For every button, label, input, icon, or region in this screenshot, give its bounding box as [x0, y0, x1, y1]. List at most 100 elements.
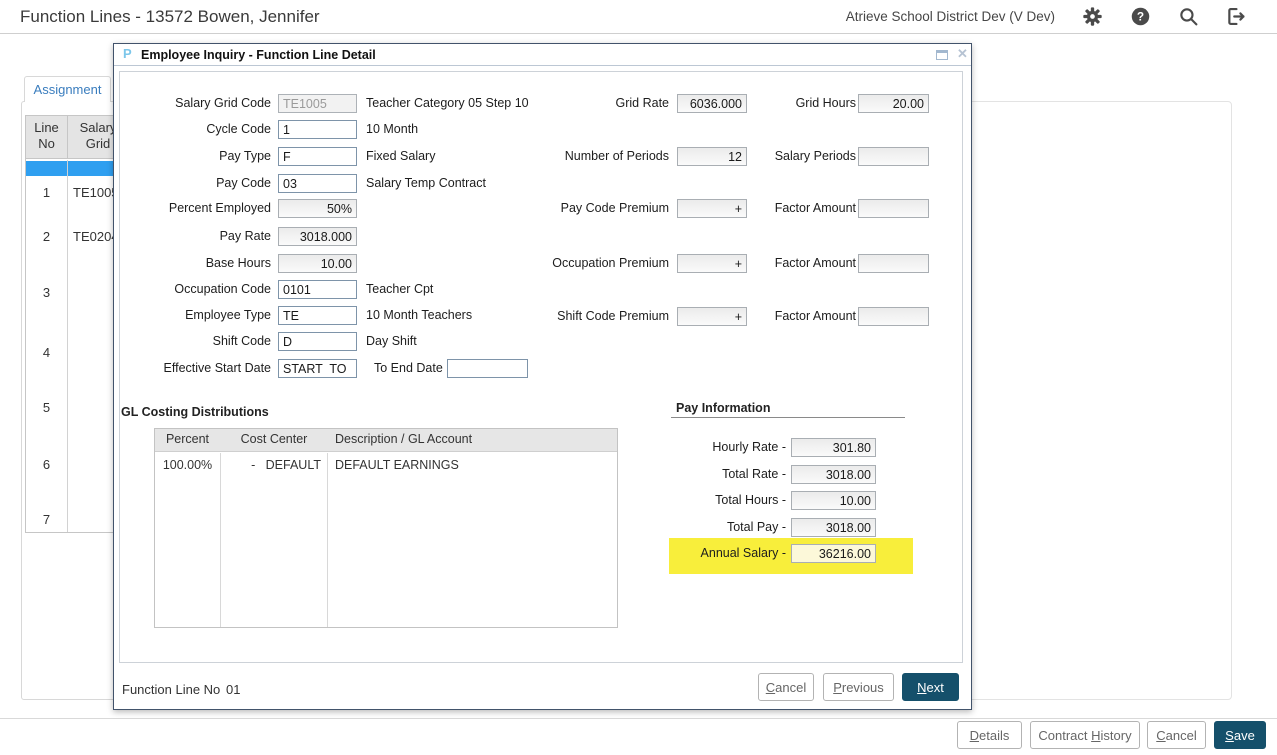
label-percent-employed: Percent Employed — [114, 201, 271, 215]
employee-type-desc: 10 Month Teachers — [366, 308, 472, 322]
employee-type-field[interactable] — [278, 306, 357, 325]
svg-text:?: ? — [1136, 10, 1143, 24]
occupation-code-desc: Teacher Cpt — [366, 282, 433, 296]
label-total-rate: Total Rate - — [604, 467, 786, 481]
help-icon[interactable]: ? — [1129, 6, 1151, 28]
cell-line-no: 6 — [26, 457, 67, 472]
label-pay-rate: Pay Rate — [114, 229, 271, 243]
cycle-code-desc: 10 Month — [366, 122, 418, 136]
cell-line-no: 5 — [26, 400, 67, 415]
settings-gear-icon[interactable] — [1081, 6, 1103, 28]
footer-divider — [0, 718, 1277, 719]
pay-code-field[interactable] — [278, 174, 357, 193]
save-button[interactable]: Save — [1214, 721, 1266, 749]
cell-line-no: 3 — [26, 285, 67, 300]
label-grid-rate: Grid Rate — [504, 96, 669, 110]
gl-column-separator — [327, 453, 328, 627]
next-button[interactable]: Next — [902, 673, 959, 701]
factor-amount-3-field[interactable] — [858, 307, 929, 326]
gl-col-description: Description / GL Account — [335, 432, 472, 446]
pay-type-field[interactable] — [278, 147, 357, 166]
pay-code-desc: Salary Temp Contract — [366, 176, 486, 190]
shift-code-premium-field[interactable] — [677, 307, 747, 326]
details-label: D — [970, 728, 979, 743]
previous-label-rest: revious — [842, 680, 884, 695]
label-pay-code-premium: Pay Code Premium — [504, 201, 669, 215]
screen: Function Lines - 13572 Bowen, Jennifer A… — [0, 0, 1277, 755]
dialog-cancel-button[interactable]: Cancel — [758, 673, 814, 701]
cancel-label: C — [1156, 728, 1165, 743]
app-header: Function Lines - 13572 Bowen, Jennifer A… — [0, 0, 1277, 34]
hourly-rate-field[interactable] — [791, 438, 876, 457]
total-rate-field[interactable] — [791, 465, 876, 484]
total-pay-field[interactable] — [791, 518, 876, 537]
cell-salary-grid: TE1005 — [73, 185, 119, 200]
cell-line-no: 1 — [26, 185, 67, 200]
salary-periods-field[interactable] — [858, 147, 929, 166]
label-occupation-code: Occupation Code — [114, 282, 271, 296]
label-shift-code: Shift Code — [114, 334, 271, 348]
save-label-rest: ave — [1234, 728, 1255, 743]
page-title: Function Lines - 13572 Bowen, Jennifer — [20, 0, 320, 33]
label-occupation-premium: Occupation Premium — [504, 256, 669, 270]
contract-history-label: H — [1091, 728, 1100, 743]
occupation-premium-field[interactable] — [677, 254, 747, 273]
maximize-icon[interactable] — [936, 50, 948, 60]
previous-label: P — [833, 680, 842, 695]
label-effective-start-date: Effective Start Date — [114, 361, 271, 375]
occupation-code-field[interactable] — [278, 280, 357, 299]
cell-line-no: 4 — [26, 345, 67, 360]
base-hours-field[interactable] — [278, 254, 357, 273]
cancel-button[interactable]: Cancel — [1147, 721, 1206, 749]
contract-history-button[interactable]: Contract History — [1030, 721, 1140, 749]
dialog-titlebar: P Employee Inquiry - Function Line Detai… — [114, 44, 971, 66]
gl-costing-distributions-title: GL Costing Distributions — [121, 405, 269, 419]
shift-code-desc: Day Shift — [366, 334, 417, 348]
annual-salary-field[interactable] — [791, 544, 876, 563]
function-line-no-label: Function Line No — [122, 682, 220, 697]
environment-label: Atrieve School District Dev (V Dev) — [846, 9, 1055, 24]
label-total-hours: Total Hours - — [604, 493, 786, 507]
label-salary-grid-code: Salary Grid Code — [114, 96, 271, 110]
label-factor-amount-3: Factor Amount — [744, 309, 856, 323]
grid-rate-field[interactable] — [677, 94, 747, 113]
pay-code-premium-field[interactable] — [677, 199, 747, 218]
details-button[interactable]: Details — [957, 721, 1022, 749]
gl-cell-description: DEFAULT EARNINGS — [335, 458, 459, 472]
details-label-rest: etails — [979, 728, 1009, 743]
app-logo-icon: P — [123, 46, 132, 61]
gl-table-header: Percent Cost Center Description / GL Acc… — [155, 429, 617, 452]
gl-col-cost-center: Cost Center — [221, 432, 327, 446]
close-icon[interactable]: ✕ — [957, 46, 968, 62]
label-hourly-rate: Hourly Rate - — [604, 440, 786, 454]
label-base-hours: Base Hours — [114, 256, 271, 270]
search-icon[interactable] — [1177, 6, 1199, 28]
number-of-periods-field[interactable] — [677, 147, 747, 166]
pay-information-rule — [671, 417, 905, 418]
label-number-of-periods: Number of Periods — [504, 149, 669, 163]
label-factor-amount-2: Factor Amount — [744, 256, 856, 270]
col-header-line-no: Line No — [26, 120, 67, 153]
total-hours-field[interactable] — [791, 491, 876, 510]
save-label: S — [1225, 728, 1234, 743]
cell-salary-grid: TE0204 — [73, 229, 119, 244]
employee-inquiry-dialog: P Employee Inquiry - Function Line Detai… — [113, 43, 972, 710]
factor-amount-1-field[interactable] — [858, 199, 929, 218]
gl-column-separator — [220, 453, 221, 627]
next-label-rest: ext — [927, 680, 944, 695]
percent-employed-field[interactable] — [278, 199, 357, 218]
cycle-code-field[interactable] — [278, 120, 357, 139]
shift-code-field[interactable] — [278, 332, 357, 351]
pay-rate-field[interactable] — [278, 227, 357, 246]
factor-amount-2-field[interactable] — [858, 254, 929, 273]
logout-icon[interactable] — [1225, 6, 1247, 28]
end-date-field[interactable] — [447, 359, 528, 378]
contract-history-pre: Contract — [1038, 728, 1091, 743]
grid-hours-field[interactable] — [858, 94, 929, 113]
previous-button[interactable]: Previous — [823, 673, 894, 701]
tab-assignment[interactable]: Assignment — [24, 76, 111, 102]
pay-type-desc: Fixed Salary — [366, 149, 435, 163]
salary-grid-code-field[interactable] — [278, 94, 357, 113]
effective-start-date-field[interactable] — [278, 359, 357, 378]
next-label: N — [917, 680, 926, 695]
